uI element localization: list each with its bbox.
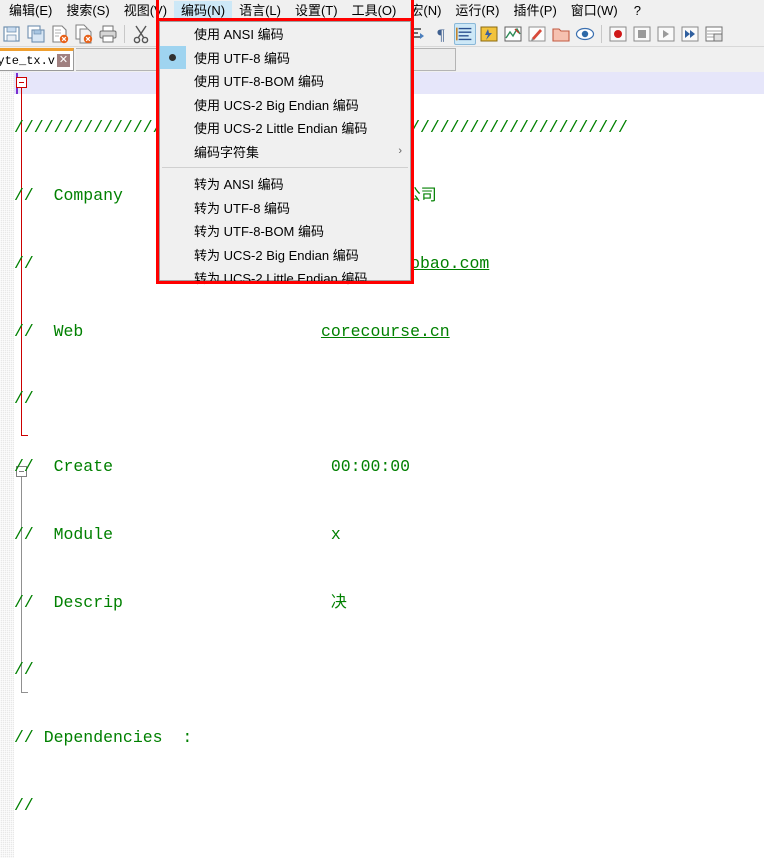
- menu-item-label: 使用 UCS-2 Little Endian 编码: [194, 121, 368, 137]
- tab-label: byte_tx.v: [0, 53, 55, 68]
- chevron-right-icon: ›: [398, 145, 402, 158]
- monitoring-icon[interactable]: [574, 23, 596, 45]
- menu-item-label: 转为 UTF-8-BOM 编码: [194, 224, 324, 240]
- menu-item-label: 转为 UTF-8 编码: [194, 200, 291, 216]
- code-line: //: [14, 796, 34, 815]
- menu-plugins[interactable]: 插件(P): [506, 1, 563, 21]
- word-wrap-icon[interactable]: [454, 22, 476, 45]
- show-all-chars-icon[interactable]: [478, 23, 500, 45]
- menu-search[interactable]: 搜索(S): [59, 1, 116, 21]
- code-line: // Module x: [14, 524, 341, 544]
- menu-gutter: [160, 196, 186, 220]
- encoding-menu-wrap: 使用 ANSI 编码 使用 UTF-8 编码 使用 UTF-8-BOM 编码 使…: [156, 18, 414, 286]
- menu-gutter: [160, 45, 186, 69]
- menu-highlight-right: [411, 0, 414, 19]
- code-line: // Create 00:00:00: [14, 457, 411, 477]
- code-token-frag-jue: 决: [330, 593, 347, 611]
- menu-gutter: [160, 140, 186, 164]
- menu-gutter: [160, 219, 186, 243]
- menu-gutter: [160, 69, 186, 93]
- menu-use-utf8-bom[interactable]: 使用 UTF-8-BOM 编码: [160, 69, 410, 93]
- menu-use-ansi[interactable]: 使用 ANSI 编码: [160, 22, 410, 46]
- menu-window[interactable]: 窗口(W): [564, 1, 625, 21]
- encoding-dropdown-menu[interactable]: 使用 ANSI 编码 使用 UTF-8 编码 使用 UTF-8-BOM 编码 使…: [159, 21, 411, 286]
- toolbar-separator: [124, 24, 125, 43]
- menu-item-label: 使用 ANSI 编码: [194, 27, 284, 43]
- folder-as-workspace-icon[interactable]: [550, 23, 572, 45]
- save-icon[interactable]: [1, 23, 23, 45]
- menu-separator: [162, 167, 408, 168]
- menu-convert-utf8-bom[interactable]: 转为 UTF-8-BOM 编码: [160, 219, 410, 243]
- menu-highlight-left: [156, 0, 159, 19]
- menu-help[interactable]: ?: [625, 1, 648, 21]
- menu-use-ucs2-be[interactable]: 使用 UCS-2 Big Endian 编码: [160, 93, 410, 117]
- menu-use-ucs2-le[interactable]: 使用 UCS-2 Little Endian 编码: [160, 116, 410, 140]
- menu-convert-utf8[interactable]: 转为 UTF-8 编码: [160, 196, 410, 220]
- code-line: // Web corecourse.cn: [14, 321, 450, 341]
- menu-edit[interactable]: 编辑(E): [2, 1, 59, 21]
- record-macro-icon[interactable]: [607, 23, 629, 45]
- menu-character-set[interactable]: 编码字符集 ›: [160, 140, 410, 164]
- fold-margin-hatch: [0, 72, 14, 858]
- close-file-icon[interactable]: [49, 23, 71, 45]
- menu-convert-ucs2-le[interactable]: 转为 UCS-2 Little Endian 编码: [160, 266, 410, 290]
- play-macro-multiple-icon[interactable]: [679, 23, 701, 45]
- menu-item-label: 转为 UCS-2 Big Endian 编码: [194, 247, 359, 263]
- menu-item-label: 使用 UCS-2 Big Endian 编码: [194, 97, 359, 113]
- code-token-dependencies: // Dependencies :: [14, 728, 193, 748]
- svg-text:¶: ¶: [437, 27, 445, 44]
- menu-gutter: [160, 266, 186, 290]
- menu-gutter: [160, 116, 186, 140]
- code-line: //: [14, 389, 34, 409]
- toolbar-separator-2: [601, 24, 602, 43]
- menu-gutter: [160, 172, 186, 196]
- menu-gutter: [160, 22, 186, 46]
- cut-icon[interactable]: [130, 23, 152, 45]
- code-token-course-url: corecourse.cn: [320, 321, 450, 341]
- menu-item-label: 使用 UTF-8 编码: [194, 50, 291, 66]
- menu-item-label: 转为 UCS-2 Little Endian 编码: [194, 271, 368, 287]
- menu-use-utf8[interactable]: 使用 UTF-8 编码: [160, 45, 410, 69]
- close-icon[interactable]: ✕: [57, 54, 70, 67]
- print-icon[interactable]: [97, 23, 119, 45]
- marker-icon[interactable]: [526, 23, 548, 45]
- function-list-icon[interactable]: [502, 23, 524, 45]
- menu-gutter: [160, 93, 186, 117]
- menu-convert-ansi[interactable]: 转为 ANSI 编码: [160, 172, 410, 196]
- menu-run[interactable]: 运行(R): [448, 1, 506, 21]
- save-all-icon[interactable]: [25, 23, 47, 45]
- code-line: //: [14, 660, 34, 680]
- tab-byte-tx[interactable]: byte_tx.v ✕: [0, 48, 74, 71]
- run-tool-icon[interactable]: [703, 23, 725, 45]
- fold-margin[interactable]: [0, 72, 14, 858]
- code-token-frag-x: x: [330, 524, 341, 544]
- menu-item-label: 编码字符集: [194, 144, 260, 160]
- show-paragraph-icon[interactable]: ¶: [430, 23, 452, 45]
- radio-checked-icon: [169, 54, 176, 61]
- menu-item-label: 使用 UTF-8-BOM 编码: [194, 74, 324, 90]
- menu-gutter: [160, 243, 186, 267]
- menu-item-label: 转为 ANSI 编码: [194, 177, 284, 193]
- code-line: // Dependencies :: [14, 727, 764, 750]
- code-token-time: 00:00:00: [330, 457, 411, 477]
- menu-convert-ucs2-be[interactable]: 转为 UCS-2 Big Endian 编码: [160, 243, 410, 267]
- code-line: // Descrip 决: [14, 592, 347, 612]
- stop-macro-icon[interactable]: [631, 23, 653, 45]
- play-macro-icon[interactable]: [655, 23, 677, 45]
- close-all-files-icon[interactable]: [73, 23, 95, 45]
